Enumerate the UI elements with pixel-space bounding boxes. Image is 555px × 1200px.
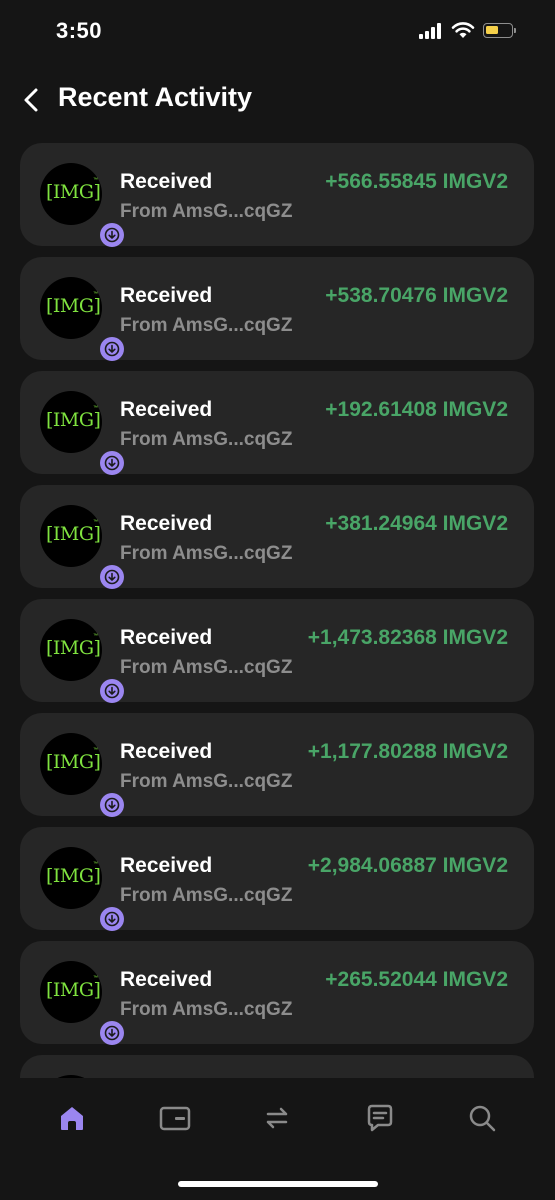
receive-arrow-icon: [100, 565, 124, 589]
transaction-type: Received: [120, 854, 213, 877]
transaction-card-partial[interactable]: [20, 1055, 534, 1078]
transaction-card[interactable]: [IMG] ™ Received From AmsG...cqGZ +2,984.068…: [20, 827, 534, 931]
transaction-card[interactable]: [IMG] ™ Received From AmsG...cqGZ +265.52044…: [20, 941, 534, 1045]
trademark-mark: ™: [93, 975, 98, 981]
avatar-logo-text: [IMG]: [46, 181, 101, 203]
avatar-logo-text: [IMG]: [46, 637, 101, 659]
receive-arrow-icon: [100, 907, 124, 931]
transaction-amount: +265.52044 IMGV2: [325, 968, 508, 991]
trademark-mark: ™: [93, 747, 98, 753]
transaction-amount: +538.70476 IMGV2: [325, 284, 508, 307]
status-icons: [419, 21, 519, 41]
transaction-card[interactable]: [IMG] ™ Received From AmsG...cqGZ +566.55845…: [20, 143, 534, 247]
wifi-icon: [451, 21, 475, 39]
home-indicator: [178, 1181, 378, 1187]
transaction-card[interactable]: [IMG] ™ Received From AmsG...cqGZ +538.70476…: [20, 257, 534, 361]
receive-arrow-icon: [100, 223, 124, 247]
token-avatar: [IMG] ™: [40, 391, 124, 475]
transaction-sender: From AmsG...cqGZ: [120, 999, 293, 1020]
token-avatar: [IMG] ™: [40, 277, 124, 361]
transaction-amount: +1,177.80288 IMGV2: [307, 740, 508, 763]
token-avatar: [IMG] ™: [40, 619, 124, 703]
transaction-card[interactable]: [IMG] ™ Received From AmsG...cqGZ +1,473.823…: [20, 599, 534, 703]
tab-wallet[interactable]: [155, 1098, 195, 1138]
transaction-type: Received: [120, 170, 213, 193]
transaction-amount: +2,984.06887 IMGV2: [307, 854, 508, 877]
receive-arrow-icon: [100, 451, 124, 475]
transaction-sender: From AmsG...cqGZ: [120, 543, 293, 564]
activity-list[interactable]: [IMG] ™ Received From AmsG...cqGZ +566.55845…: [20, 143, 534, 1078]
receive-arrow-icon: [100, 793, 124, 817]
transaction-card[interactable]: [IMG] ™ Received From AmsG...cqGZ +1,177.802…: [20, 713, 534, 817]
transaction-sender: From AmsG...cqGZ: [120, 201, 293, 222]
tab-swap[interactable]: [257, 1098, 297, 1138]
trademark-mark: ™: [93, 519, 98, 525]
avatar-logo-text: [IMG]: [46, 751, 101, 773]
chevron-left-icon: [24, 88, 38, 112]
tab-home[interactable]: [52, 1098, 92, 1138]
transaction-amount: +192.61408 IMGV2: [325, 398, 508, 421]
receive-arrow-icon: [100, 337, 124, 361]
avatar-logo-text: [IMG]: [46, 523, 101, 545]
trademark-mark: ™: [93, 405, 98, 411]
header: Recent Activity: [0, 72, 555, 128]
back-button[interactable]: [14, 80, 50, 120]
avatar-logo-text: [IMG]: [46, 409, 101, 431]
transaction-amount: +566.55845 IMGV2: [325, 170, 508, 193]
token-avatar: [IMG] ™: [40, 505, 124, 589]
token-avatar: [IMG] ™: [40, 733, 124, 817]
swap-icon: [266, 1107, 288, 1129]
trademark-mark: ™: [93, 861, 98, 867]
tab-search[interactable]: [462, 1098, 502, 1138]
transaction-type: Received: [120, 512, 213, 535]
avatar-logo-text: [IMG]: [46, 295, 101, 317]
token-avatar: [IMG] ™: [40, 847, 124, 931]
transaction-card[interactable]: [IMG] ™ Received From AmsG...cqGZ +192.61408…: [20, 371, 534, 475]
tab-messages[interactable]: [360, 1098, 400, 1138]
receive-arrow-icon: [100, 679, 124, 703]
search-icon: [469, 1105, 496, 1132]
battery-icon: [483, 23, 516, 38]
transaction-sender: From AmsG...cqGZ: [120, 885, 293, 906]
trademark-mark: ™: [93, 177, 98, 183]
transaction-type: Received: [120, 968, 213, 991]
status-bar: 3:50: [0, 0, 555, 64]
home-icon: [61, 1107, 83, 1130]
transaction-sender: From AmsG...cqGZ: [120, 657, 293, 678]
avatar-logo-text: [IMG]: [46, 865, 101, 887]
transaction-type: Received: [120, 740, 213, 763]
trademark-mark: ™: [93, 633, 98, 639]
receive-arrow-icon: [100, 1021, 124, 1045]
cellular-signal-icon: [419, 23, 441, 39]
trademark-mark: ™: [93, 291, 98, 297]
transaction-sender: From AmsG...cqGZ: [120, 315, 293, 336]
transaction-amount: +381.24964 IMGV2: [325, 512, 508, 535]
status-time: 3:50: [56, 18, 103, 43]
transaction-type: Received: [120, 626, 213, 649]
transaction-sender: From AmsG...cqGZ: [120, 771, 293, 792]
wallet-icon: [159, 1106, 191, 1131]
transaction-type: Received: [120, 284, 213, 307]
page-title: Recent Activity: [58, 82, 253, 112]
avatar-logo-text: [IMG]: [46, 979, 101, 1001]
transaction-type: Received: [120, 398, 213, 421]
token-avatar: [IMG] ™: [40, 163, 124, 247]
token-avatar: [IMG] ™: [40, 961, 124, 1045]
transaction-amount: +1,473.82368 IMGV2: [307, 626, 508, 649]
transaction-card[interactable]: [IMG] ™ Received From AmsG...cqGZ +381.24964…: [20, 485, 534, 589]
chat-icon: [367, 1104, 393, 1132]
transaction-sender: From AmsG...cqGZ: [120, 429, 293, 450]
